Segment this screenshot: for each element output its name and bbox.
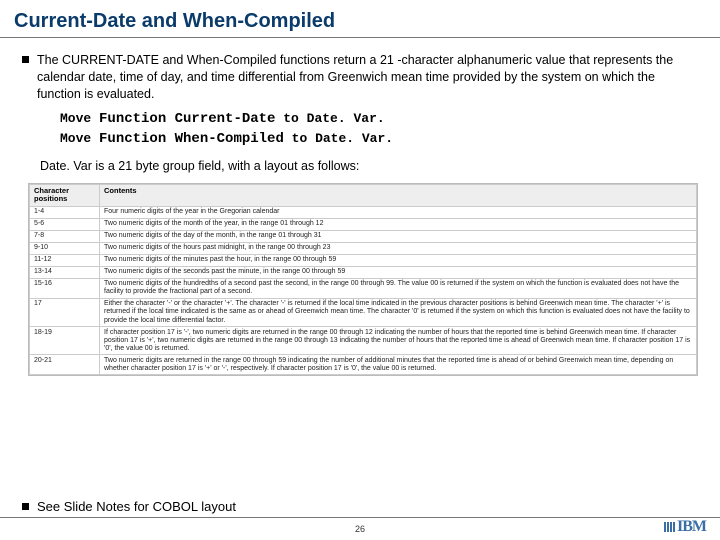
table-cell-content: Two numeric digits of the seconds past t… bbox=[100, 266, 697, 278]
logo-text: IBM bbox=[677, 518, 706, 535]
table-cell-content: Two numeric digits of the day of the mon… bbox=[100, 230, 697, 242]
table-cell-content: If character position 17 is '-', two num… bbox=[100, 327, 697, 355]
ibm-logo: IBM bbox=[664, 518, 706, 536]
table-cell-content: Four numeric digits of the year in the G… bbox=[100, 206, 697, 218]
bullet-square-icon bbox=[22, 56, 29, 63]
code-fn: Function When-Compiled bbox=[99, 131, 284, 147]
table-row: 18-19If character position 17 is '-', tw… bbox=[30, 327, 697, 355]
table-row: 17Either the character '-' or the charac… bbox=[30, 298, 697, 326]
logo-bars-icon bbox=[664, 522, 675, 532]
table-cell-position: 13-14 bbox=[30, 266, 100, 278]
intro-text: The CURRENT-DATE and When-Compiled funct… bbox=[37, 52, 698, 103]
table-row: 9-10Two numeric digits of the hours past… bbox=[30, 242, 697, 254]
code-rest: to Date. Var. bbox=[284, 131, 393, 146]
page-number: 26 bbox=[355, 524, 365, 534]
table-cell-content: Either the character '-' or the characte… bbox=[100, 298, 697, 326]
bullet-square-icon bbox=[22, 503, 29, 510]
code-fn: Function Current-Date bbox=[99, 111, 275, 127]
table-row: 15-16Two numeric digits of the hundredth… bbox=[30, 278, 697, 298]
table-cell-content: Two numeric digits of the hundredths of … bbox=[100, 278, 697, 298]
table-cell-position: 7-8 bbox=[30, 230, 100, 242]
table-row: 1-4Four numeric digits of the year in th… bbox=[30, 206, 697, 218]
table-header: Contents bbox=[100, 185, 697, 206]
table-cell-position: 11-12 bbox=[30, 254, 100, 266]
table-row: 5-6Two numeric digits of the month of th… bbox=[30, 218, 697, 230]
subnote-text: Date. Var is a 21 byte group field, with… bbox=[40, 158, 698, 175]
table-cell-content: Two numeric digits of the month of the y… bbox=[100, 218, 697, 230]
table-row: 7-8Two numeric digits of the day of the … bbox=[30, 230, 697, 242]
footer-bullet: See Slide Notes for COBOL layout bbox=[22, 499, 236, 514]
footer-note: See Slide Notes for COBOL layout bbox=[37, 499, 236, 514]
table-cell-position: 20-21 bbox=[30, 355, 100, 375]
bullet-intro: The CURRENT-DATE and When-Compiled funct… bbox=[22, 52, 698, 103]
table-cell-content: Two numeric digits are returned in the r… bbox=[100, 355, 697, 375]
table-header: Character positions bbox=[30, 185, 100, 206]
table-cell-position: 1-4 bbox=[30, 206, 100, 218]
slide-body: The CURRENT-DATE and When-Compiled funct… bbox=[0, 38, 720, 175]
table-cell-position: 15-16 bbox=[30, 278, 100, 298]
code-line-2: Move Function When-Compiled to Date. Var… bbox=[60, 129, 698, 149]
code-line-1: Move Function Current-Date to Date. Var. bbox=[60, 109, 698, 129]
table-cell-position: 9-10 bbox=[30, 242, 100, 254]
page-title: Current-Date and When-Compiled bbox=[0, 0, 720, 38]
code-kw: Move bbox=[60, 111, 99, 126]
table-row: 20-21Two numeric digits are returned in … bbox=[30, 355, 697, 375]
table-cell-content: Two numeric digits of the hours past mid… bbox=[100, 242, 697, 254]
code-kw: Move bbox=[60, 131, 99, 146]
code-rest: to Date. Var. bbox=[275, 111, 384, 126]
table-cell-content: Two numeric digits of the minutes past t… bbox=[100, 254, 697, 266]
table-row: 11-12Two numeric digits of the minutes p… bbox=[30, 254, 697, 266]
table-cell-position: 17 bbox=[30, 298, 100, 326]
table-row: 13-14Two numeric digits of the seconds p… bbox=[30, 266, 697, 278]
footer-divider bbox=[0, 517, 720, 518]
code-block: Move Function Current-Date to Date. Var.… bbox=[60, 109, 698, 149]
table-cell-position: 18-19 bbox=[30, 327, 100, 355]
layout-table: Character positions Contents 1-4Four num… bbox=[28, 183, 698, 376]
table-cell-position: 5-6 bbox=[30, 218, 100, 230]
